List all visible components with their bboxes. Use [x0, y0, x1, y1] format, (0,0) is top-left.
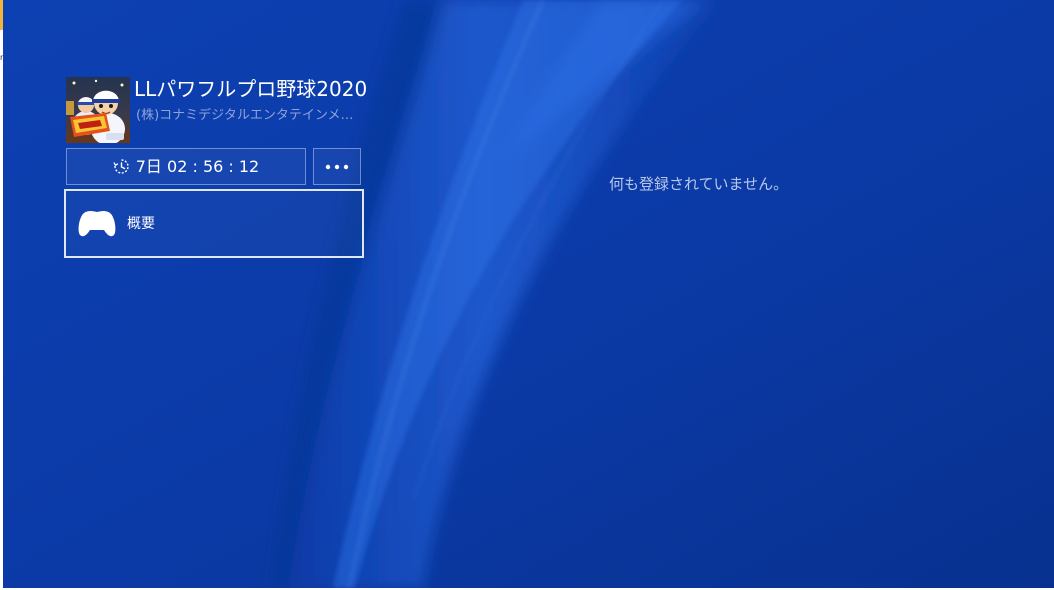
time-remaining-label: 7日 02 : 56 : 12	[135, 156, 260, 176]
time-remaining-button[interactable]: 7日 02 : 56 : 12	[66, 148, 306, 185]
empty-state-message: 何も登録されていません。	[609, 175, 789, 193]
controller-icon	[77, 208, 117, 238]
menu-item-overview[interactable]: 概要	[64, 189, 364, 258]
game-cover-icon	[66, 77, 130, 143]
more-options-icon	[325, 164, 349, 169]
more-options-button[interactable]	[313, 148, 361, 185]
game-publisher: (株)コナミデジタルエンタテインメ…	[136, 108, 354, 123]
game-cover-art	[66, 77, 130, 143]
menu-item-label: 概要	[127, 216, 155, 232]
game-title: LLパワフルプロ野球2020	[134, 77, 368, 101]
clock-icon	[113, 159, 129, 174]
